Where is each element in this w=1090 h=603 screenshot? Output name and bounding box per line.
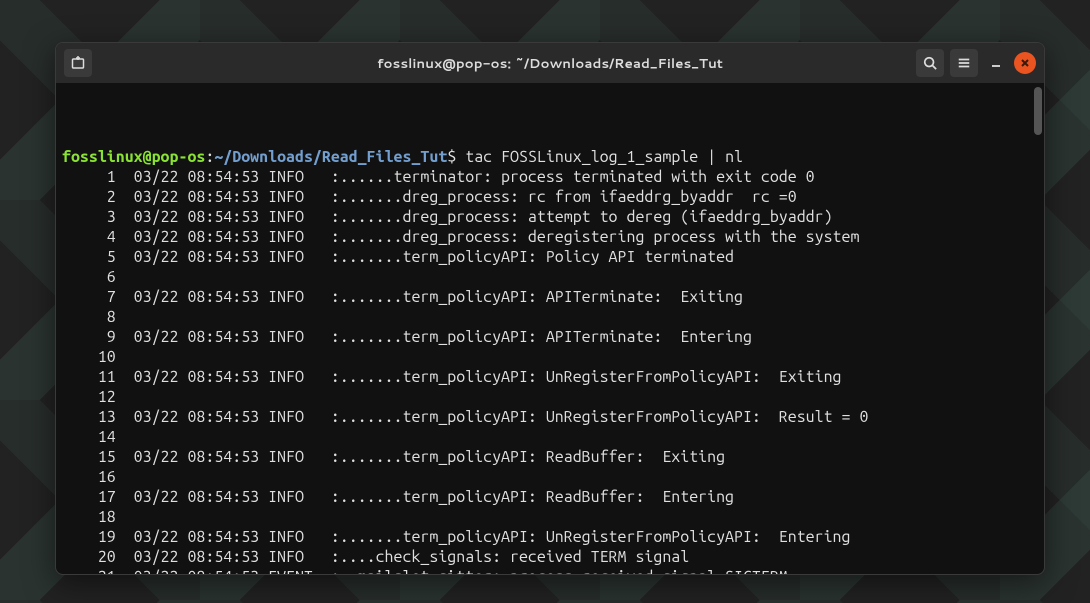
output-line: 7 03/22 08:54:53 INFO :.......term_polic… — [62, 287, 1038, 307]
output-line: 3 03/22 08:54:53 INFO :.......dreg_proce… — [62, 207, 1038, 227]
output-line: 5 03/22 08:54:53 INFO :.......term_polic… — [62, 247, 1038, 267]
command-text: tac FOSSLinux_log_1_sample | nl — [465, 148, 743, 166]
output-line: 2 03/22 08:54:53 INFO :.......dreg_proce… — [62, 187, 1038, 207]
output-line: 16 — [62, 467, 1038, 487]
prompt-user-host: fosslinux@pop-os — [62, 148, 205, 166]
scrollbar-thumb[interactable] — [1034, 87, 1042, 135]
prompt-symbol: $ — [447, 148, 456, 166]
titlebar[interactable]: fosslinux@pop-os: ~/Downloads/Read_Files… — [56, 43, 1044, 83]
output-line: 21 03/22 08:54:53 EVENT :..mailslot_sitt… — [62, 567, 1038, 574]
output-line: 4 03/22 08:54:53 INFO :.......dreg_proce… — [62, 227, 1038, 247]
output-line: 10 — [62, 347, 1038, 367]
output-line: 13 03/22 08:54:53 INFO :.......term_poli… — [62, 407, 1038, 427]
menu-button[interactable] — [950, 49, 978, 77]
window-title: fosslinux@pop-os: ~/Downloads/Read_Files… — [204, 54, 896, 73]
prompt-separator: : — [205, 148, 214, 166]
search-button[interactable] — [916, 49, 944, 77]
titlebar-right — [896, 49, 1036, 77]
output-line: 8 — [62, 307, 1038, 327]
terminal-window: fosslinux@pop-os: ~/Downloads/Read_Files… — [55, 42, 1045, 575]
minimize-button[interactable] — [984, 51, 1008, 75]
close-button[interactable] — [1014, 52, 1036, 74]
output-line: 12 — [62, 387, 1038, 407]
output-container: 1 03/22 08:54:53 INFO :......terminator:… — [62, 167, 1038, 574]
output-line: 17 03/22 08:54:53 INFO :.......term_poli… — [62, 487, 1038, 507]
output-line: 9 03/22 08:54:53 INFO :.......term_polic… — [62, 327, 1038, 347]
prompt-path: ~/Downloads/Read_Files_Tut — [214, 148, 447, 166]
output-line: 6 — [62, 267, 1038, 287]
minimize-icon — [991, 58, 1001, 68]
close-icon — [1020, 58, 1030, 68]
titlebar-left — [64, 49, 204, 77]
output-line: 19 03/22 08:54:53 INFO :.......term_poli… — [62, 527, 1038, 547]
new-tab-icon — [70, 55, 86, 71]
output-line: 18 — [62, 507, 1038, 527]
terminal-body[interactable]: fosslinux@pop-os:~/Downloads/Read_Files_… — [56, 83, 1044, 574]
new-tab-button[interactable] — [64, 49, 92, 77]
output-line: 11 03/22 08:54:53 INFO :.......term_poli… — [62, 367, 1038, 387]
hamburger-icon — [957, 56, 971, 70]
search-icon — [923, 56, 937, 70]
output-line: 14 — [62, 427, 1038, 447]
output-line: 15 03/22 08:54:53 INFO :.......term_poli… — [62, 447, 1038, 467]
output-line: 20 03/22 08:54:53 INFO :....check_signal… — [62, 547, 1038, 567]
prompt-line: fosslinux@pop-os:~/Downloads/Read_Files_… — [62, 147, 1038, 167]
output-line: 1 03/22 08:54:53 INFO :......terminator:… — [62, 167, 1038, 187]
